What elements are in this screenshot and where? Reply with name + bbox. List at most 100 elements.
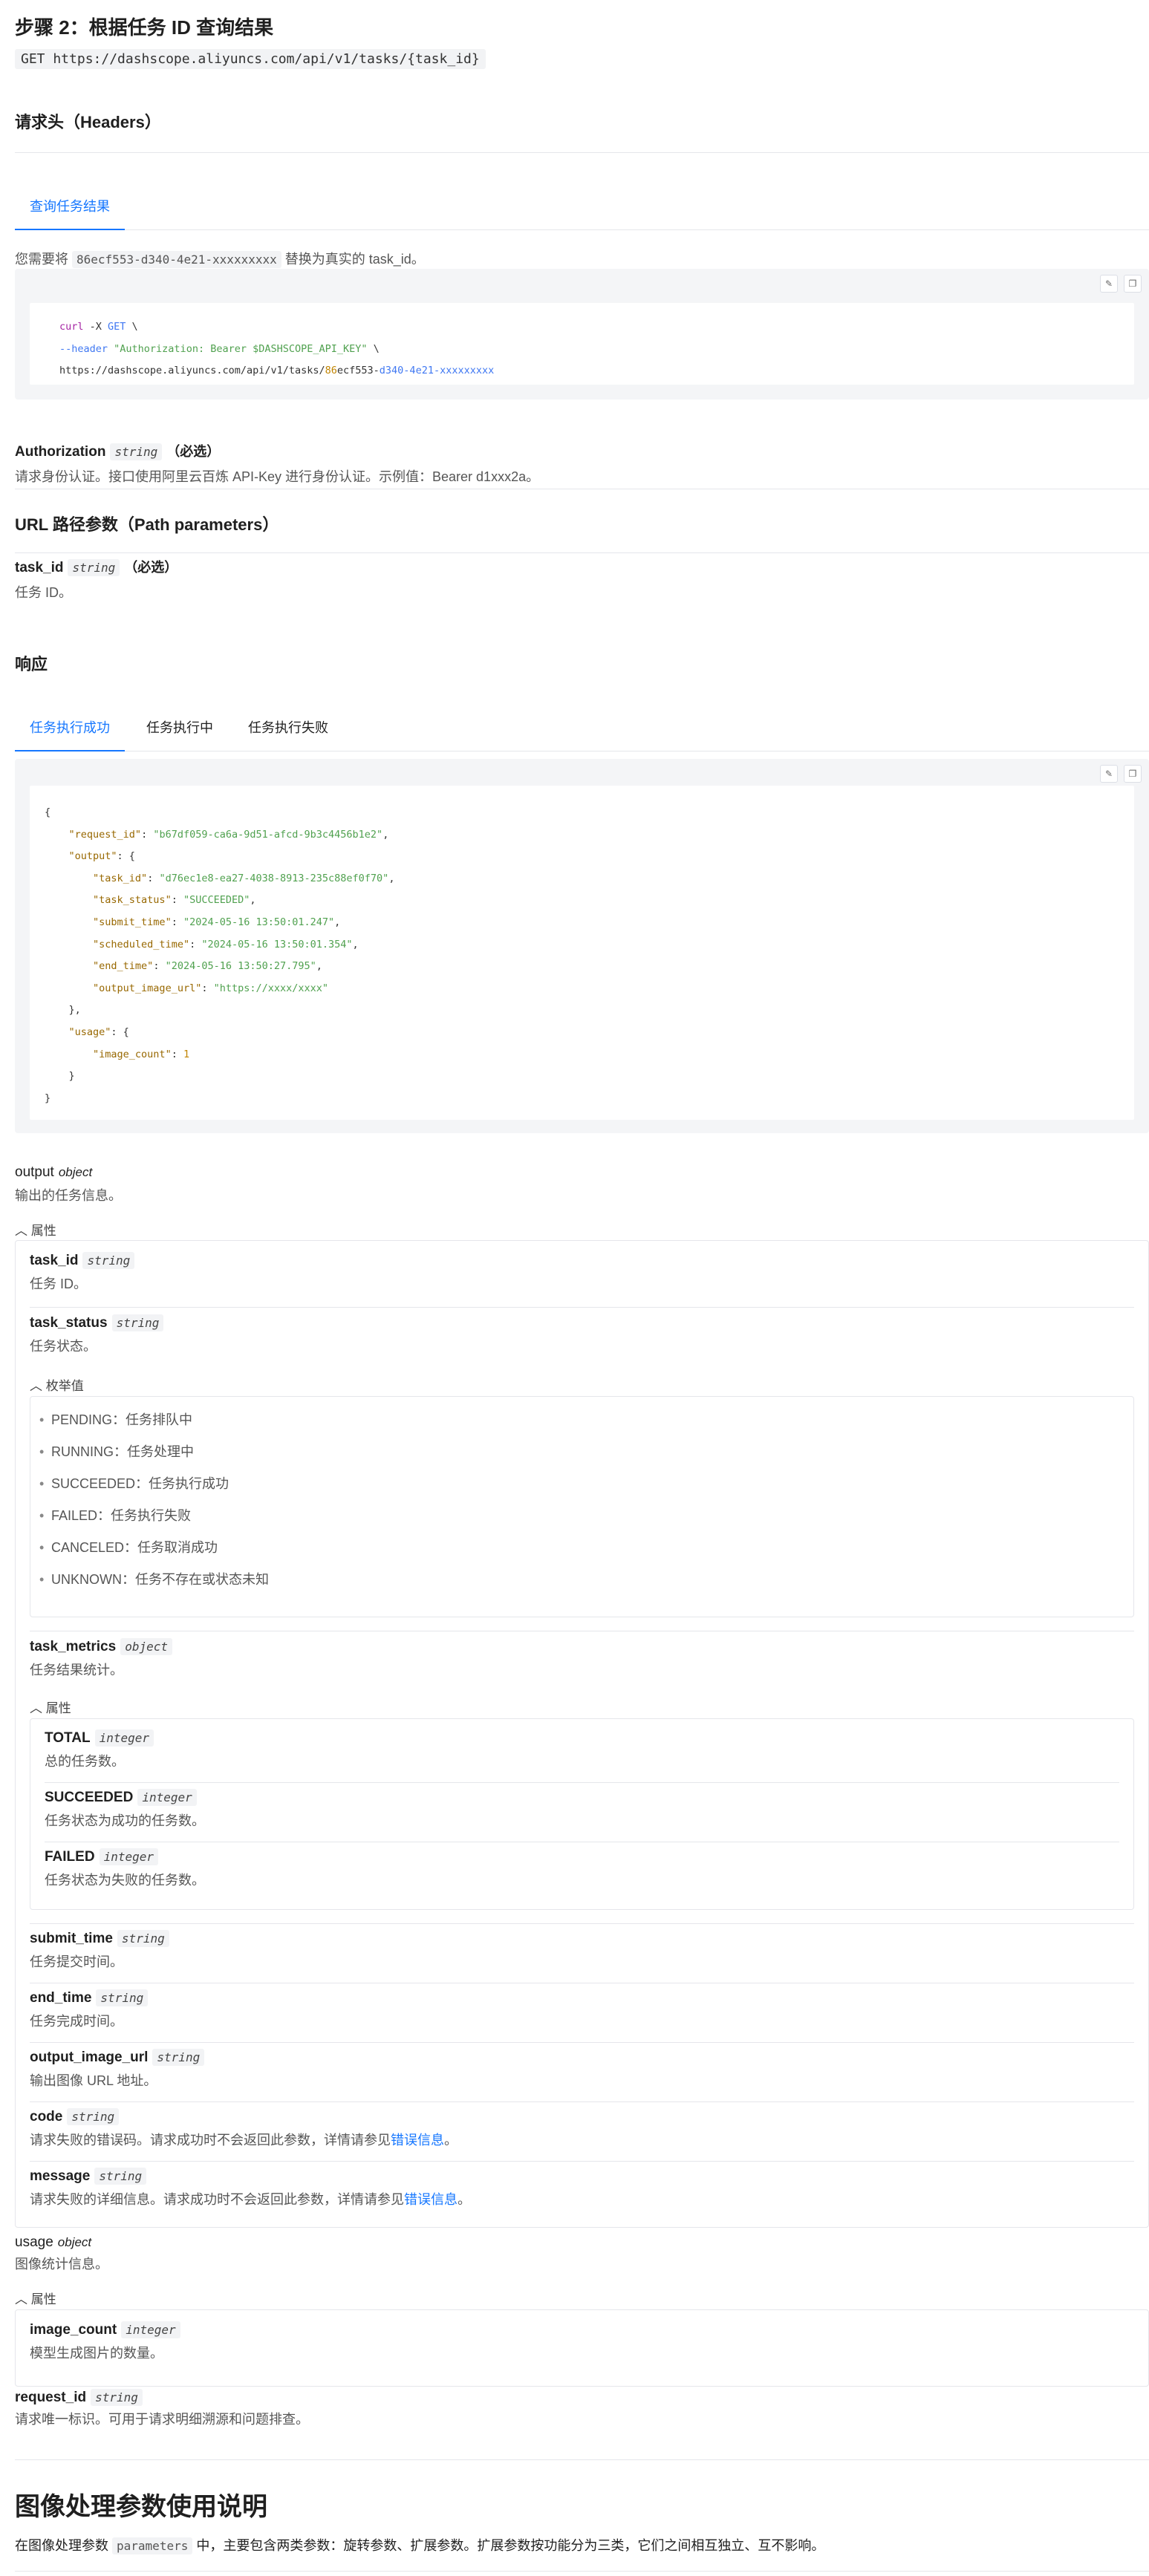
field-name: SUCCEEDED <box>45 1790 134 1805</box>
usage-properties-panel <box>15 2309 1149 2387</box>
field-desc: 总的任务数。 <box>45 1754 125 1769</box>
toggle-label: 属性 <box>45 1701 71 1715</box>
note-icon[interactable]: ✎ <box>1100 765 1118 783</box>
get-endpoint: GET https://dashscope.aliyuncs.com/api/v… <box>15 49 486 69</box>
curl-code-block: ✎ ❐ curl -X GET \ --header "Authorizatio… <box>15 269 1149 400</box>
list-item: CANCELED：任务取消成功 <box>30 1532 1133 1564</box>
param-type: string <box>68 559 120 576</box>
field-desc: 输出图像 URL 地址。 <box>30 2073 157 2088</box>
param-type: string <box>110 443 163 460</box>
divider <box>30 2101 1134 2102</box>
enum-panel: PENDING：任务排队中 RUNNING：任务处理中 SUCCEEDED：任务… <box>30 1396 1134 1617</box>
field-type: string <box>111 1314 164 1331</box>
divider <box>15 2571 1149 2572</box>
param-desc: 请求身份认证。接口使用阿里云百炼 API-Key 进行身份认证。示例值：Bear… <box>15 469 540 484</box>
replace-note: 您需要将 86ecf553-d340-4e21-xxxxxxxxx 替换为真实的… <box>15 249 425 268</box>
field-type: string <box>82 1252 135 1269</box>
usage-attrs-toggle[interactable]: ︿ 属性 <box>15 2289 56 2307</box>
curl-code: curl -X GET \ --header "Authorization: B… <box>59 321 495 377</box>
tab-running[interactable]: 任务执行中 <box>131 717 228 751</box>
response-json: { "request_id": "b67df059-ca6a-9d51-afcd… <box>45 806 395 1104</box>
enum-list: PENDING：任务排队中 RUNNING：任务处理中 SUCCEEDED：任务… <box>30 1404 1133 1596</box>
field-name: task_metrics <box>30 1639 117 1654</box>
copy-icon[interactable]: ❐ <box>1124 275 1142 293</box>
enum-toggle[interactable]: ︿ 枚举值 <box>30 1375 84 1394</box>
desc-end: 。 <box>444 2133 458 2148</box>
list-item: FAILED：任务执行失败 <box>30 1500 1133 1532</box>
field-code: code string 请求失败的错误码。请求成功时不会返回此参数，详情请参见错误… <box>30 2108 458 2149</box>
field-type: string <box>67 2108 120 2125</box>
field-total: TOTAL integer 总的任务数。 <box>45 1729 154 1770</box>
error-info-link[interactable]: 错误信息 <box>404 2192 458 2207</box>
field-name: TOTAL <box>45 1730 91 1746</box>
response-title: 响应 <box>15 655 48 674</box>
field-desc: 请求失败的详细信息。请求成功时不会返回此参数，详情请参见错误信息。 <box>30 2189 471 2208</box>
param-name: request_id <box>15 2390 87 2405</box>
param-required: （必选） <box>124 560 178 575</box>
field-type: integer <box>94 1729 154 1747</box>
response-code-inner: { "request_id": "b67df059-ca6a-9d51-afcd… <box>30 786 1134 1120</box>
chevron-up-icon: ︿ <box>30 1701 42 1715</box>
copy-icon[interactable]: ❐ <box>1124 765 1142 783</box>
field-desc: 任务状态为成功的任务数。 <box>45 1813 205 1828</box>
field-succeeded: SUCCEEDED integer 任务状态为成功的任务数。 <box>45 1789 205 1830</box>
param-authorization: Authorization string （必选） 请求身份认证。接口使用阿里云百炼… <box>15 441 539 486</box>
doc-page: 步骤 2：根据任务 ID 查询结果 GET https://dashscope.… <box>0 0 1149 2576</box>
param-type: string <box>91 2389 143 2406</box>
list-item: RUNNING：任务处理中 <box>30 1436 1133 1468</box>
param-task-id: task_id string （必选） 任务 ID。 <box>15 557 178 601</box>
error-info-link[interactable]: 错误信息 <box>391 2133 444 2148</box>
divider <box>30 2042 1134 2043</box>
param-name: output <box>15 1164 54 1180</box>
toggle-label: 属性 <box>30 2292 56 2306</box>
field-name: task_status <box>30 1315 108 1331</box>
param-name: Authorization <box>15 444 106 460</box>
step-title: 步骤 2：根据任务 ID 查询结果 <box>15 16 274 39</box>
param-desc: 输出的任务信息。 <box>15 1188 122 1203</box>
divider <box>30 1923 1134 1924</box>
note-icon[interactable]: ✎ <box>1100 275 1118 293</box>
field-task-status: task_status string 任务状态。 <box>30 1314 164 1355</box>
param-desc: 任务 ID。 <box>15 585 73 600</box>
field-name: image_count <box>30 2322 117 2338</box>
param-usage: usage object 图像统计信息。 <box>15 2234 108 2273</box>
desc-end: 。 <box>458 2192 471 2207</box>
curl-code-inner: curl -X GET \ --header "Authorization: B… <box>30 303 1134 385</box>
field-name: end_time <box>30 1990 92 2006</box>
param-desc: 图像统计信息。 <box>15 2257 108 2272</box>
url-params-title: URL 路径参数（Path parameters） <box>15 515 279 534</box>
divider <box>45 1782 1119 1783</box>
chevron-up-icon: ︿ <box>30 1379 42 1393</box>
field-desc: 请求失败的错误码。请求成功时不会返回此参数，详情请参见错误信息。 <box>30 2130 458 2149</box>
field-desc: 模型生成图片的数量。 <box>30 2346 163 2361</box>
request-tabs: 查询任务结果 <box>15 196 1149 230</box>
headers-title: 请求头（Headers） <box>15 113 161 131</box>
field-desc: 任务完成时间。 <box>30 2014 123 2029</box>
toggle-label: 枚举值 <box>45 1379 84 1393</box>
guide-code: parameters <box>112 2537 193 2554</box>
field-name: task_id <box>30 1253 79 1268</box>
metrics-toggle[interactable]: ︿ 属性 <box>30 1698 71 1716</box>
field-type: integer <box>121 2321 180 2338</box>
field-type: string <box>96 1989 149 2006</box>
field-end-time: end_time string 任务完成时间。 <box>30 1989 149 2030</box>
desc-text: 请求失败的详细信息。请求成功时不会返回此参数，详情请参见 <box>30 2192 404 2207</box>
tab-success[interactable]: 任务执行成功 <box>15 717 125 751</box>
guide-text-post: 中，主要包含两类参数：旋转参数、扩展参数。扩展参数按功能分为三类，它们之间相互独… <box>192 2538 825 2553</box>
desc-text: 请求失败的错误码。请求成功时不会返回此参数，详情请参见 <box>30 2133 391 2148</box>
tab-query-task[interactable]: 查询任务结果 <box>15 196 125 230</box>
field-desc: 任务结果统计。 <box>30 1663 123 1677</box>
tab-failed[interactable]: 任务执行失败 <box>233 717 343 751</box>
response-tabs: 任务执行成功 任务执行中 任务执行失败 <box>15 717 1149 751</box>
divider <box>30 2161 1134 2162</box>
field-type: string <box>117 1930 169 1947</box>
field-type: object <box>120 1638 172 1655</box>
output-attrs-toggle[interactable]: ︿ 属性 <box>15 1220 56 1239</box>
divider <box>15 552 1149 553</box>
param-required: （必选） <box>166 444 221 459</box>
toggle-label: 属性 <box>30 1224 56 1238</box>
param-output: output object 输出的任务信息。 <box>15 1164 122 1204</box>
field-type: string <box>152 2049 205 2066</box>
field-name: code <box>30 2109 63 2125</box>
guide-title: 图像处理参数使用说明 <box>15 2493 267 2521</box>
